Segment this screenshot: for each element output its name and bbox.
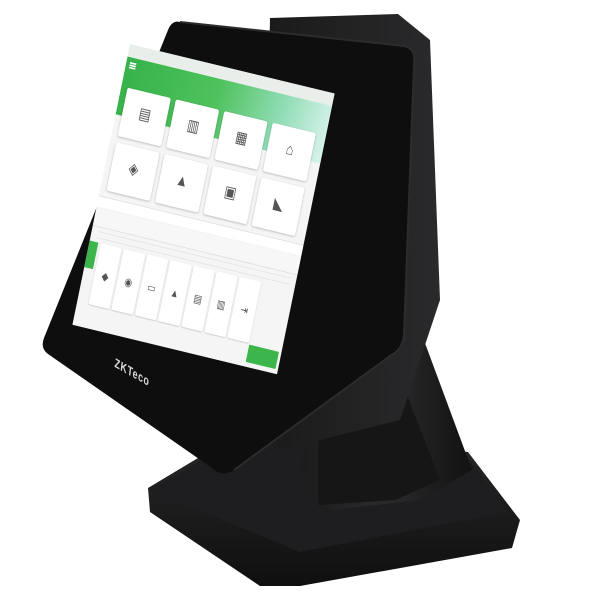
tile-receipt[interactable]: ▥ xyxy=(166,99,220,159)
tile-promotion[interactable]: ◈ xyxy=(106,142,160,202)
logout-icon: ⇥ xyxy=(239,302,250,317)
tile-inventory[interactable]: ▦ xyxy=(214,111,268,170)
pos-terminal-photo: ▤ ▥ ▦ ⌂ ◈ ▲ ▣ ◣ ◆ ◉ ▭ ▲ ▤ ▥ ⇥ ZKTeco xyxy=(0,0,592,592)
print-icon: ▥ xyxy=(215,296,227,312)
tile-customer[interactable]: ⌂ xyxy=(262,122,317,182)
tile-settings[interactable]: ▣ xyxy=(203,165,257,225)
register-icon: ▤ xyxy=(137,104,153,125)
promotion-icon: ◈ xyxy=(127,159,141,180)
menu-icon[interactable] xyxy=(128,62,137,70)
settings-icon: ▣ xyxy=(222,182,238,203)
customer-icon: ⌂ xyxy=(284,140,296,160)
inventory-icon: ▦ xyxy=(233,128,250,149)
card-icon: ▭ xyxy=(146,279,158,295)
user-icon: ◉ xyxy=(123,274,134,289)
store-icon: ▲ xyxy=(169,285,181,301)
cart-icon: ◆ xyxy=(100,268,110,283)
tile-register[interactable]: ▤ xyxy=(117,87,171,147)
list-icon: ▤ xyxy=(192,291,204,306)
tile-report[interactable]: ▲ xyxy=(154,153,209,213)
report-icon: ▲ xyxy=(174,170,190,192)
tile-announcement[interactable]: ◣ xyxy=(251,177,305,237)
announcement-icon: ◣ xyxy=(272,194,286,215)
receipt-icon: ▥ xyxy=(185,116,201,137)
